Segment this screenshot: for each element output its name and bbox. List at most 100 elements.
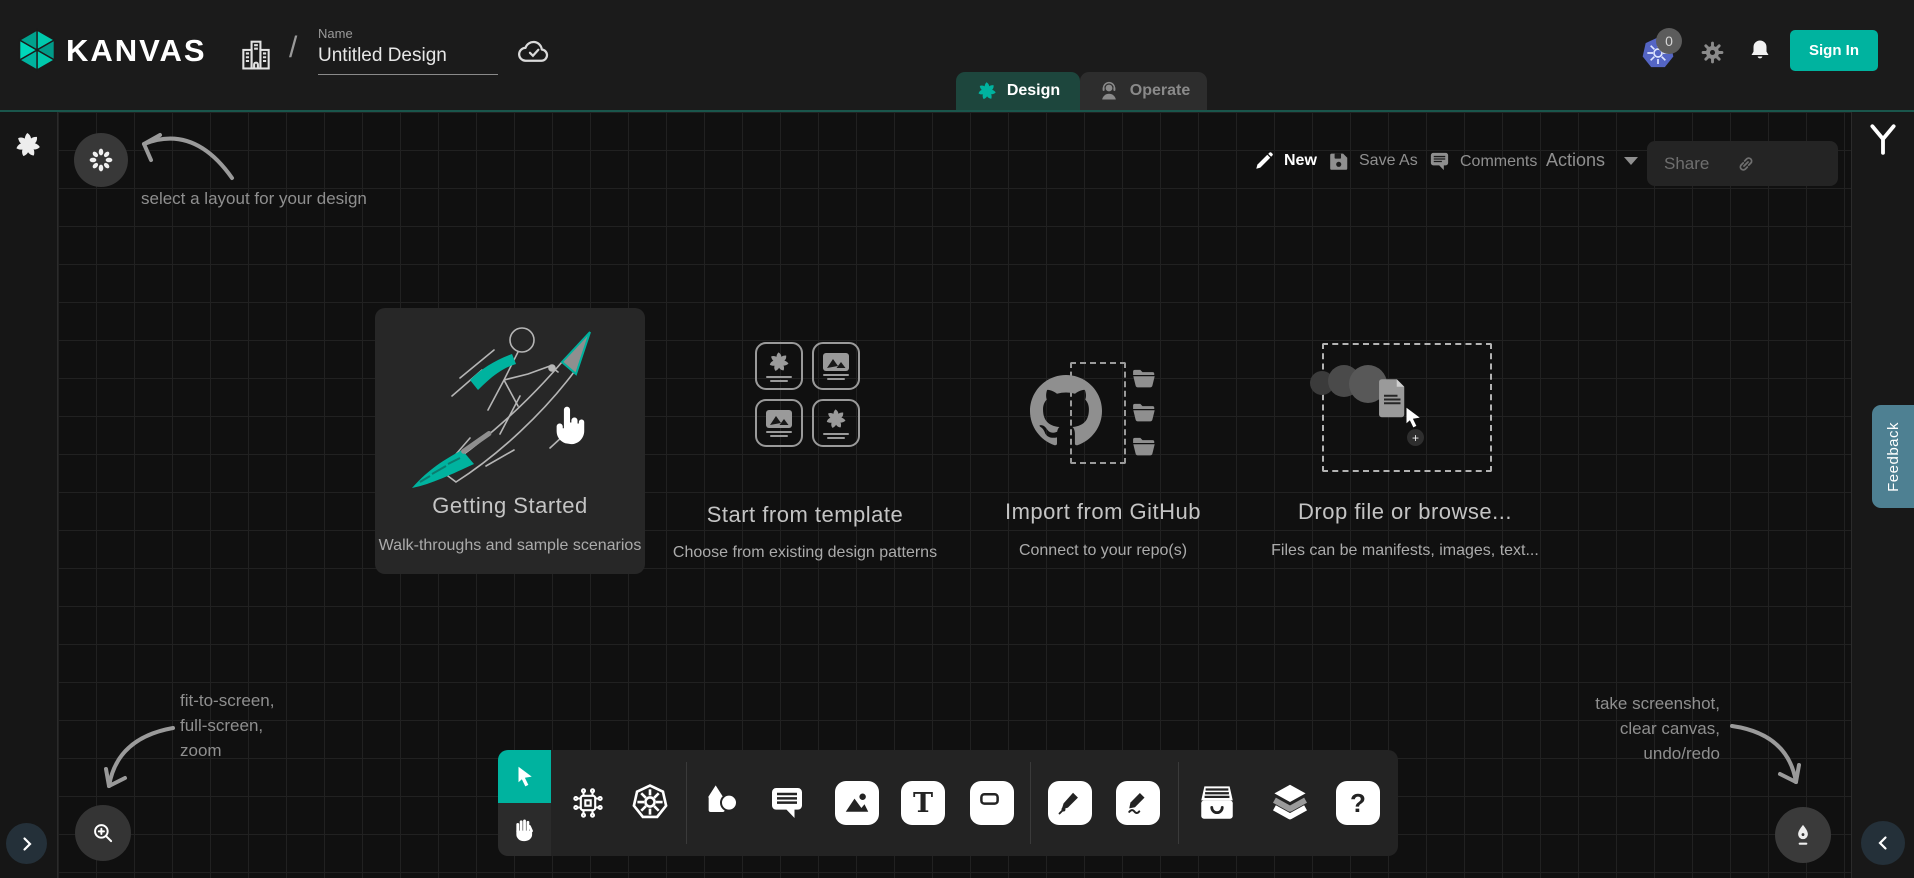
context-count-badge: 0 bbox=[1656, 28, 1682, 54]
share-link-icon bbox=[1735, 153, 1757, 175]
tab-operate[interactable]: Operate bbox=[1080, 72, 1207, 110]
image-icon bbox=[822, 352, 850, 372]
chip-icon bbox=[570, 785, 606, 821]
organization-icon[interactable] bbox=[237, 35, 275, 75]
import-from-github-card[interactable]: Import from GitHub Connect to your repo(… bbox=[953, 330, 1253, 570]
left-rail bbox=[0, 112, 58, 878]
feedback-tab[interactable]: Feedback bbox=[1872, 405, 1914, 508]
tab-design[interactable]: Design bbox=[956, 72, 1080, 110]
collapse-right-panel-button[interactable] bbox=[1861, 821, 1905, 865]
kanvas-logo-icon bbox=[13, 26, 61, 74]
component-tool-button[interactable] bbox=[568, 783, 608, 823]
tab-operate-label: Operate bbox=[1130, 82, 1190, 100]
getting-started-card[interactable]: Getting Started Walk-throughs and sample… bbox=[375, 308, 645, 574]
drawer-icon bbox=[1196, 783, 1238, 823]
save-floppy-icon bbox=[1328, 150, 1350, 172]
brand-wordmark: KANVAS bbox=[66, 33, 207, 69]
arrow-cursor-icon bbox=[512, 764, 538, 790]
actions-dropdown[interactable]: Actions bbox=[1546, 150, 1638, 171]
text-tool-button[interactable]: T bbox=[901, 781, 945, 825]
kubernetes-tool-button[interactable] bbox=[629, 781, 671, 823]
zoom-controls-button[interactable] bbox=[75, 805, 131, 861]
image-icon bbox=[765, 409, 793, 429]
layers-tool-button[interactable] bbox=[1268, 780, 1312, 824]
folder-icon bbox=[1128, 434, 1160, 458]
kubernetes-icon bbox=[629, 781, 671, 823]
text-T-icon: T bbox=[913, 790, 933, 817]
hand-cursor-icon bbox=[548, 402, 594, 448]
repo-folders bbox=[1128, 366, 1160, 458]
design-swirl-icon bbox=[976, 80, 998, 102]
canvas-action-hints-text: take screenshot, clear canvas, undo/redo bbox=[1520, 691, 1720, 766]
header: KANVAS / Name Design bbox=[0, 0, 1914, 110]
zoom-hint-arrow bbox=[95, 700, 185, 800]
notifications-bell-icon[interactable] bbox=[1745, 36, 1775, 68]
pen-tool-button[interactable] bbox=[1048, 781, 1092, 825]
folder-icon bbox=[1128, 400, 1160, 424]
zoom-hints-text: fit-to-screen, full-screen, zoom bbox=[180, 688, 274, 763]
shapes-icon bbox=[702, 782, 742, 822]
new-label: New bbox=[1284, 152, 1317, 170]
template-subtitle: Choose from existing design patterns bbox=[645, 544, 965, 562]
operate-headset-icon bbox=[1097, 79, 1121, 103]
help-tool-button[interactable]: ? bbox=[1336, 781, 1380, 825]
template-thumbnails bbox=[755, 342, 860, 447]
image-tool-button[interactable] bbox=[835, 781, 879, 825]
template-title: Start from template bbox=[655, 502, 955, 528]
layout-hint-text: select a layout for your design bbox=[141, 186, 367, 211]
sign-in-button[interactable]: Sign In bbox=[1790, 30, 1878, 71]
save-as-label: Save As bbox=[1359, 152, 1418, 170]
pan-tool-button[interactable] bbox=[498, 803, 551, 856]
design-name-label: Name bbox=[318, 26, 498, 41]
pencil-icon bbox=[1253, 150, 1275, 172]
layout-asterisk-icon bbox=[88, 147, 114, 173]
layout-hint-arrow bbox=[132, 118, 242, 190]
new-button[interactable]: New bbox=[1253, 150, 1317, 172]
template-tile-image bbox=[755, 399, 803, 447]
layers-icon bbox=[1268, 780, 1312, 824]
comments-button[interactable]: Comments bbox=[1428, 150, 1537, 173]
template-tile-swirl bbox=[755, 342, 803, 390]
question-mark-icon: ? bbox=[1350, 790, 1366, 816]
save-as-button[interactable]: Save As bbox=[1328, 150, 1418, 172]
note-tool-button[interactable] bbox=[970, 781, 1014, 825]
feedback-label: Feedback bbox=[1885, 422, 1902, 492]
swirl-icon bbox=[824, 407, 848, 431]
shapes-tool-button[interactable] bbox=[701, 781, 743, 823]
comments-icon bbox=[1428, 150, 1451, 173]
template-tile-image bbox=[812, 342, 860, 390]
drop-file-card[interactable]: + Drop file or browse... Files can be ma… bbox=[1255, 330, 1555, 570]
plus-badge: + bbox=[1407, 429, 1424, 446]
cloud-saved-icon bbox=[516, 35, 552, 67]
comment-tool-button[interactable] bbox=[766, 782, 808, 824]
getting-started-subtitle: Walk-throughs and sample scenarios bbox=[350, 537, 670, 555]
layout-selector-button[interactable] bbox=[74, 133, 128, 187]
freehand-tool-button[interactable] bbox=[1116, 781, 1160, 825]
expand-left-panel-button[interactable] bbox=[6, 823, 47, 864]
kanvas-app: KANVAS / Name Design bbox=[0, 0, 1914, 878]
image-icon bbox=[842, 788, 872, 818]
folder-icon bbox=[1128, 366, 1160, 390]
tab-design-label: Design bbox=[1007, 82, 1060, 100]
settings-gear-icon[interactable] bbox=[1698, 38, 1727, 67]
breadcrumb-separator: / bbox=[289, 31, 297, 65]
drawer-tool-button[interactable] bbox=[1195, 782, 1239, 824]
actions-label: Actions bbox=[1546, 150, 1605, 171]
template-tile-swirl bbox=[812, 399, 860, 447]
drop-subtitle: Files can be manifests, images, text... bbox=[1245, 542, 1565, 560]
github-title: Import from GitHub bbox=[953, 499, 1253, 525]
select-tool-button[interactable] bbox=[498, 750, 551, 803]
canvas-actions-button[interactable] bbox=[1775, 807, 1831, 863]
meshery-swirl-icon[interactable] bbox=[13, 130, 43, 160]
hierarchy-y-icon[interactable] bbox=[1867, 122, 1899, 156]
drop-title: Drop file or browse... bbox=[1255, 499, 1555, 525]
chevron-right-icon bbox=[19, 836, 35, 852]
share-button[interactable]: Share bbox=[1647, 141, 1838, 186]
start-from-template-card[interactable]: Start from template Choose from existing… bbox=[655, 330, 955, 570]
comments-label: Comments bbox=[1460, 153, 1537, 171]
github-subtitle: Connect to your repo(s) bbox=[943, 542, 1263, 560]
design-name-input[interactable] bbox=[318, 41, 498, 75]
canvas-action-hint-arrow bbox=[1726, 700, 1811, 795]
chevron-left-icon bbox=[1875, 835, 1891, 851]
pen-nib-icon bbox=[1056, 789, 1084, 817]
